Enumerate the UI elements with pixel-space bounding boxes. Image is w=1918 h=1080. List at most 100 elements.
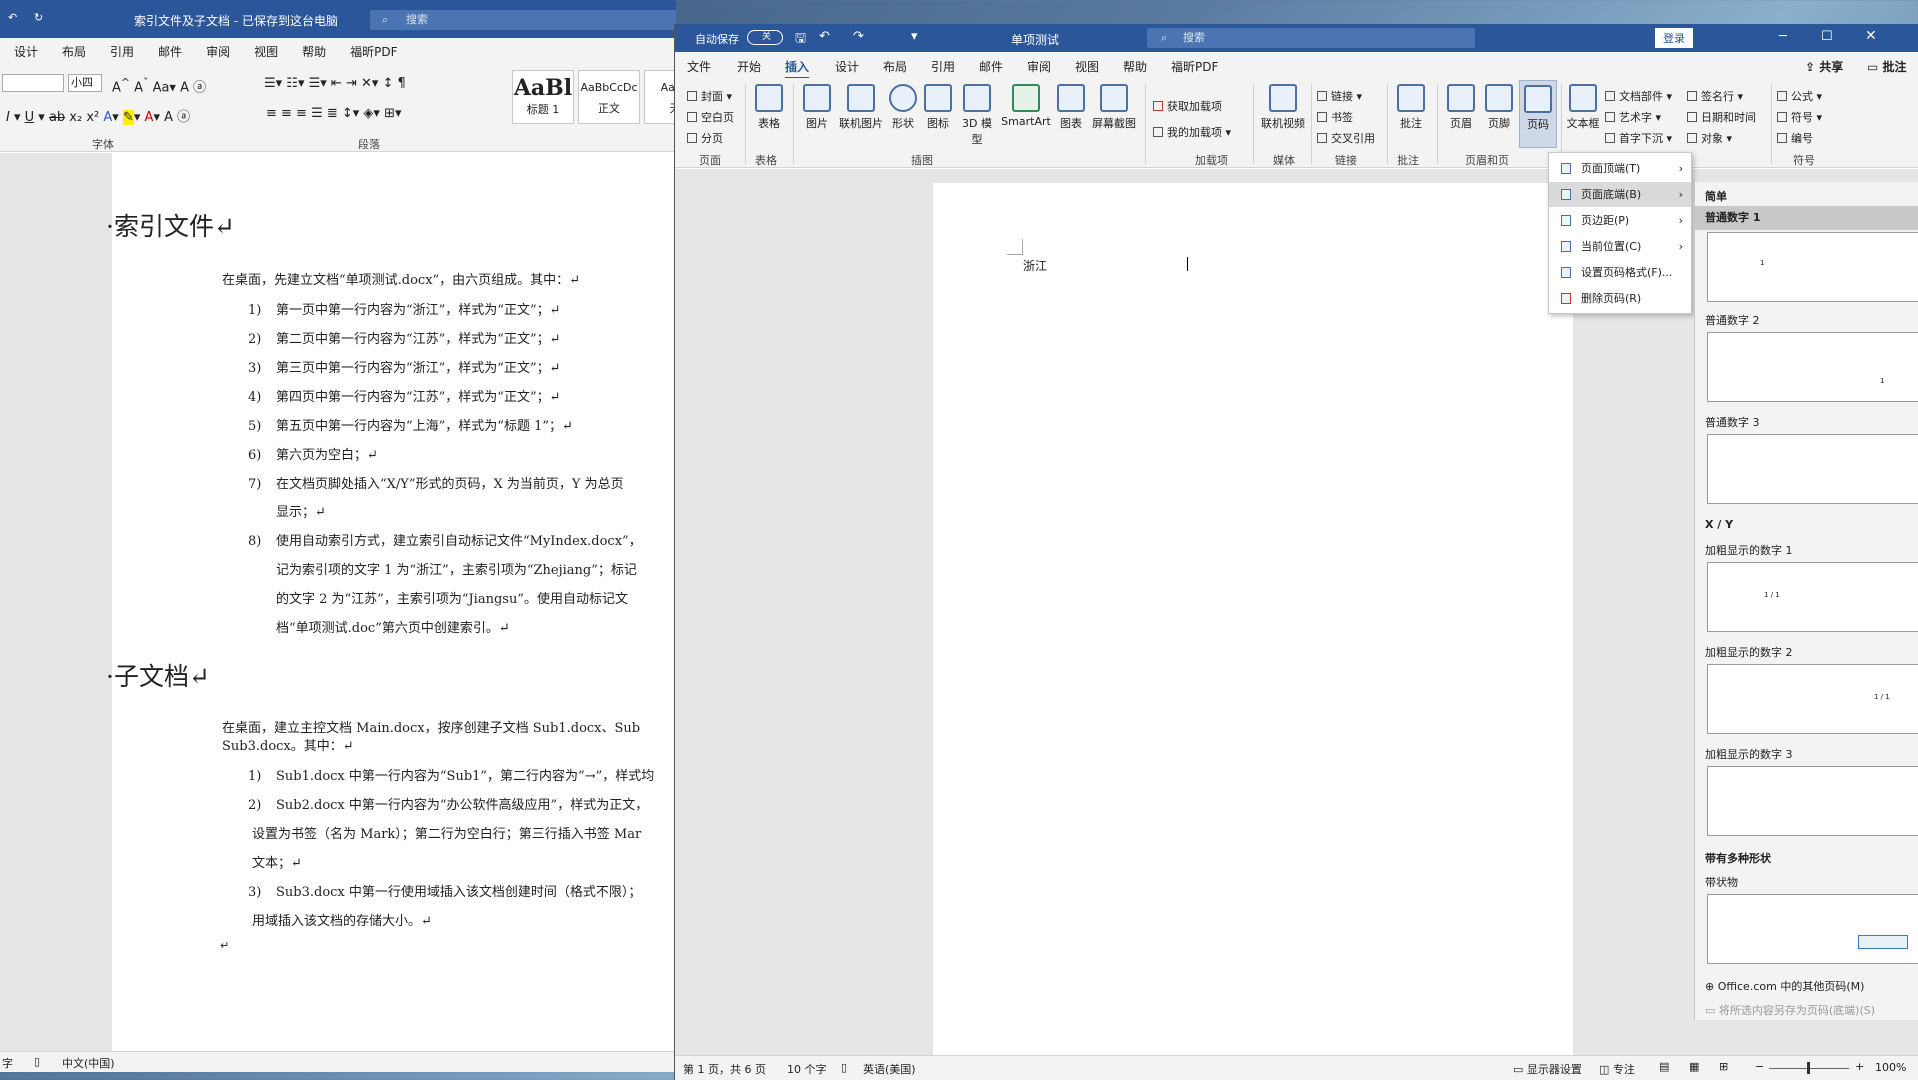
tab-file[interactable]: 文件 — [687, 58, 711, 75]
font-size-select[interactable]: 小四 — [68, 74, 102, 92]
zoom-slider-thumb[interactable] — [1807, 1062, 1810, 1074]
style-normal[interactable]: AaBbCcDc 正文 — [578, 70, 640, 124]
gallery-thumb-bold-1[interactable]: 1 / 1 — [1707, 562, 1918, 632]
icons-button[interactable]: 图标 — [923, 84, 953, 131]
autosave-toggle[interactable]: 关 — [747, 30, 783, 45]
get-addins-button[interactable]: 获取加载项 — [1153, 98, 1222, 114]
tab-foxit-pdf[interactable]: 福昕PDF — [350, 43, 397, 60]
gallery-thumb-plain-3[interactable] — [1707, 434, 1918, 504]
page-count-status[interactable]: 第 1 页，共 6 页 — [683, 1061, 766, 1077]
cover-page-button[interactable]: 封面 ▾ — [687, 88, 732, 104]
list-icons[interactable]: ☰▾ ☷▾ ☰▾ ⇤ ⇥ ✕▾ ↕ ¶ — [264, 76, 406, 91]
proofing-icon[interactable]: ▯ — [34, 1055, 40, 1068]
gallery-thumb-plain-1[interactable]: 1 — [1707, 232, 1918, 302]
bookmark-button[interactable]: 书签 — [1317, 109, 1353, 125]
front-search-input[interactable]: ⌕ 搜索 — [1147, 28, 1475, 48]
menu-item-format-page-numbers[interactable]: 设置页码格式(F)... — [1549, 260, 1691, 285]
customize-qat-icon[interactable]: ▾ — [911, 29, 918, 44]
word-count[interactable]: 字 — [2, 1055, 13, 1071]
gallery-thumb-plain-2[interactable]: 1 — [1707, 332, 1918, 402]
shapes-button[interactable]: 形状 — [887, 84, 919, 131]
wordart-button[interactable]: 艺术字 ▾ — [1605, 109, 1661, 125]
save-icon[interactable]: 🖫 — [795, 29, 806, 51]
tab-references[interactable]: 引用 — [110, 43, 134, 60]
cross-reference-button[interactable]: 交叉引用 — [1317, 130, 1375, 146]
back-document-page[interactable]: ·索引文件↵ 在桌面，先建立文档“单项测试.docx”，由六页组成。其中：↵ 1… — [106, 153, 676, 1051]
maximize-icon[interactable]: ☐ — [1821, 29, 1833, 44]
date-time-button[interactable]: 日期和时间 — [1687, 109, 1756, 125]
share-button[interactable]: ⇪ 共享 — [1805, 58, 1843, 75]
my-addins-button[interactable]: 我的加载项 ▾ — [1153, 124, 1231, 140]
web-layout-icon[interactable]: ⊞ — [1719, 1060, 1728, 1073]
tab-references[interactable]: 引用 — [931, 58, 955, 75]
style-heading1[interactable]: AaBl 标题 1 — [512, 70, 574, 124]
language-status[interactable]: 中文(中国) — [62, 1055, 115, 1071]
blank-page-button[interactable]: 空白页 — [687, 109, 734, 125]
redo-icon[interactable]: ↷ — [853, 29, 864, 44]
online-pictures-button[interactable]: 联机图片 — [837, 84, 885, 131]
redo-icon[interactable]: ↻ — [34, 11, 43, 24]
quick-parts-button[interactable]: 文档部件 ▾ — [1605, 88, 1672, 104]
gallery-thumb-ribbon[interactable] — [1707, 894, 1918, 964]
online-video-button[interactable]: 联机视频 — [1259, 84, 1307, 131]
minimize-icon[interactable]: ─ — [1779, 29, 1787, 44]
zoom-level[interactable]: 100% — [1875, 1061, 1906, 1074]
tab-foxit-pdf[interactable]: 福昕PDF — [1171, 58, 1218, 75]
tab-home[interactable]: 开始 — [737, 58, 761, 75]
tab-review[interactable]: 审阅 — [206, 43, 230, 60]
footer-button[interactable]: 页脚 — [1481, 84, 1517, 131]
tab-design[interactable]: 设计 — [835, 58, 859, 75]
front-document-page[interactable]: 浙江 — [933, 183, 1573, 1055]
gallery-thumb-bold-3[interactable] — [1707, 766, 1918, 836]
textbox-button[interactable]: 文本框 — [1565, 84, 1601, 131]
font-format-icons[interactable]: I ▾ U ▾ ab x₂ x² A▾ ✎▾ A▾ A ⓐ — [6, 106, 190, 125]
more-page-numbers-link[interactable]: ⊕ Office.com 中的其他页码(M) — [1705, 978, 1864, 994]
language-status[interactable]: 英语(美国) — [863, 1061, 916, 1077]
object-button[interactable]: 对象 ▾ — [1687, 130, 1732, 146]
tab-layout[interactable]: 布局 — [883, 58, 907, 75]
menu-item-current-position[interactable]: 当前位置(C) › — [1549, 234, 1691, 259]
menu-item-remove-page-numbers[interactable]: 删除页码(R) — [1549, 286, 1691, 311]
zoom-in-icon[interactable]: + — [1855, 1060, 1864, 1073]
read-mode-icon[interactable]: ▤ — [1659, 1060, 1669, 1073]
word-count-status[interactable]: 10 个字 — [787, 1061, 827, 1077]
menu-item-top-of-page[interactable]: 页面顶端(T) › — [1549, 156, 1691, 181]
3d-models-button[interactable]: 3D 模型 — [957, 84, 997, 147]
close-icon[interactable]: ✕ — [1865, 28, 1877, 44]
undo-icon[interactable]: ↶ — [8, 11, 17, 24]
back-search-input[interactable]: ⌕ 搜索 — [370, 10, 676, 30]
tab-help[interactable]: 帮助 — [302, 43, 326, 60]
gallery-thumb-bold-2[interactable]: 1 / 1 — [1707, 664, 1918, 734]
equation-button[interactable]: 公式 ▾ — [1777, 88, 1822, 104]
login-button[interactable]: 登录 — [1655, 28, 1693, 48]
page-number-button[interactable]: 页码 — [1519, 80, 1557, 148]
menu-item-page-margins[interactable]: 页边距(P) › — [1549, 208, 1691, 233]
screenshot-button[interactable]: 屏幕截图 — [1089, 84, 1139, 131]
number-button[interactable]: 编号 — [1777, 130, 1813, 146]
align-icons[interactable]: ≡ ≡ ≡ ☰ ≣ ↕▾ ◈▾ ⊞▾ — [266, 106, 402, 121]
signature-line-button[interactable]: 签名行 ▾ — [1687, 88, 1743, 104]
tab-mailings[interactable]: 邮件 — [158, 43, 182, 60]
tab-view[interactable]: 视图 — [1075, 58, 1099, 75]
focus-button[interactable]: ◫ 专注 — [1599, 1061, 1635, 1077]
link-button[interactable]: 链接 ▾ — [1317, 88, 1362, 104]
font-name-select[interactable] — [2, 74, 64, 92]
proofing-icon[interactable]: ▯ — [841, 1061, 847, 1074]
symbol-button[interactable]: 符号 ▾ — [1777, 109, 1822, 125]
grow-font-icon[interactable]: A^ Aˇ Aa▾ A ⓐ — [112, 76, 206, 95]
table-button[interactable]: 表格 — [749, 84, 789, 131]
gallery-item-label[interactable]: 普通数字 1 — [1695, 206, 1918, 230]
tab-design[interactable]: 设计 — [14, 43, 38, 60]
tab-help[interactable]: 帮助 — [1123, 58, 1147, 75]
zoom-out-icon[interactable]: − — [1755, 1060, 1764, 1073]
page-break-button[interactable]: 分页 — [687, 130, 723, 146]
display-settings-button[interactable]: ▭ 显示器设置 — [1513, 1061, 1582, 1077]
comments-button[interactable]: ▭ 批注 — [1867, 58, 1907, 75]
print-layout-icon[interactable]: ▦ — [1689, 1060, 1699, 1073]
chart-button[interactable]: 图表 — [1055, 84, 1087, 131]
document-title[interactable]: 单项测试 — [1011, 31, 1059, 48]
comment-button[interactable]: 批注 — [1393, 84, 1429, 131]
undo-icon[interactable]: ↶ — [819, 29, 830, 44]
tab-insert[interactable]: 插入 — [785, 58, 810, 80]
tab-view[interactable]: 视图 — [254, 43, 278, 60]
